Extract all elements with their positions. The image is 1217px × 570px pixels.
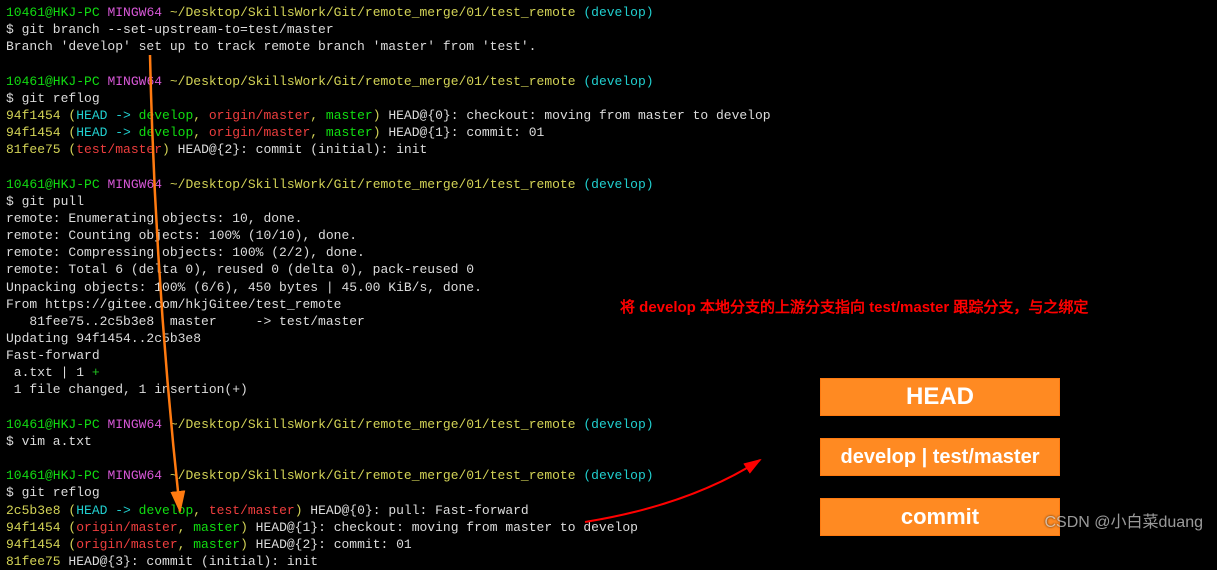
annotation-text: 将 develop 本地分支的上游分支指向 test/master 跟踪分支，与…	[620, 298, 1088, 318]
box-develop: develop | test/master	[820, 438, 1060, 476]
watermark: CSDN @小白菜duang	[1044, 512, 1203, 533]
box-commit: commit	[820, 498, 1060, 536]
terminal-output: 10461@HKJ-PC MINGW64 ~/Desktop/SkillsWor…	[6, 4, 1211, 570]
box-head: HEAD	[820, 378, 1060, 416]
